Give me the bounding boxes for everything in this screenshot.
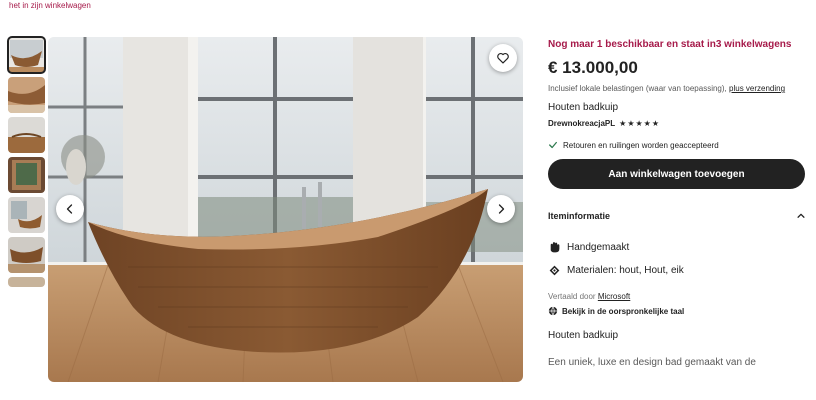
tax-note-text: Inclusief lokale belastingen (waar van t… [548,84,727,93]
favorite-button[interactable] [489,44,517,72]
thumbnail-3[interactable] [8,117,45,153]
description-text: Een uniek, luxe en design bad gemaakt va… [548,357,756,368]
thumbnail-2[interactable] [8,77,45,113]
previous-image-button[interactable] [56,195,84,223]
feature-handmade: Handgemaakt [548,241,806,254]
item-info-heading: Iteminformatie [548,211,611,221]
thumbnail-7[interactable] [8,277,45,287]
feature-handmade-label: Handgemaakt [567,242,630,253]
seller-name[interactable]: DrewnokreacjaPL [548,119,615,128]
materials-icon [549,265,560,276]
scarcity-notice: Nog maar 1 beschikbaar en staat in3 wink… [548,39,792,50]
translated-by: Vertaald door Microsoft [548,292,806,301]
add-to-cart-button[interactable]: Aan winkelwagen toevoegen [548,159,805,189]
translated-by-label: Vertaald door [548,292,596,301]
thumbnail-strip [7,36,46,291]
tax-note: Inclusief lokale belastingen (waar van t… [548,83,806,94]
handmade-icon [550,242,560,253]
feature-materials: Materialen: hout, Hout, eik [548,264,806,277]
next-image-button[interactable] [487,195,515,223]
globe-icon [548,306,558,316]
thumbnail-6[interactable] [8,237,45,273]
checkmark-icon [549,141,557,149]
seller-row: DrewnokreacjaPL ★★★★★ [548,119,806,128]
returns-notice: Retouren en ruilingen worden geaccepteer… [548,140,806,150]
original-language-text: Bekijk in de oorspronkelijke taal [562,306,685,316]
cart-notice: het in zijn winkelwagen [9,1,91,10]
description-title: Houten badkuip [548,330,619,341]
thumbnail-5[interactable] [8,197,45,233]
product-panel: Nog maar 1 beschikbaar en staat in3 wink… [548,38,806,368]
microsoft-link[interactable]: Microsoft [598,292,630,301]
original-language-link[interactable]: Bekijk in de oorspronkelijke taal [548,306,806,316]
shipping-link[interactable]: plus verzending [729,84,785,93]
feature-materials-label: Materialen: hout, Hout, eik [567,265,684,276]
thumbnail-1[interactable] [7,36,46,74]
star-rating: ★★★★★ [619,119,660,128]
chevron-left-icon [66,204,73,214]
main-product-image [48,37,523,382]
heart-icon [497,52,509,64]
price: € 13.000,00 [548,58,638,77]
item-info-toggle[interactable]: Iteminformatie [548,211,806,221]
returns-text: Retouren en ruilingen worden geaccepteer… [563,140,719,150]
thumbnail-4[interactable] [8,157,45,193]
product-title: Houten badkuip [548,102,619,113]
chevron-right-icon [498,204,505,214]
chevron-up-icon [797,213,805,218]
